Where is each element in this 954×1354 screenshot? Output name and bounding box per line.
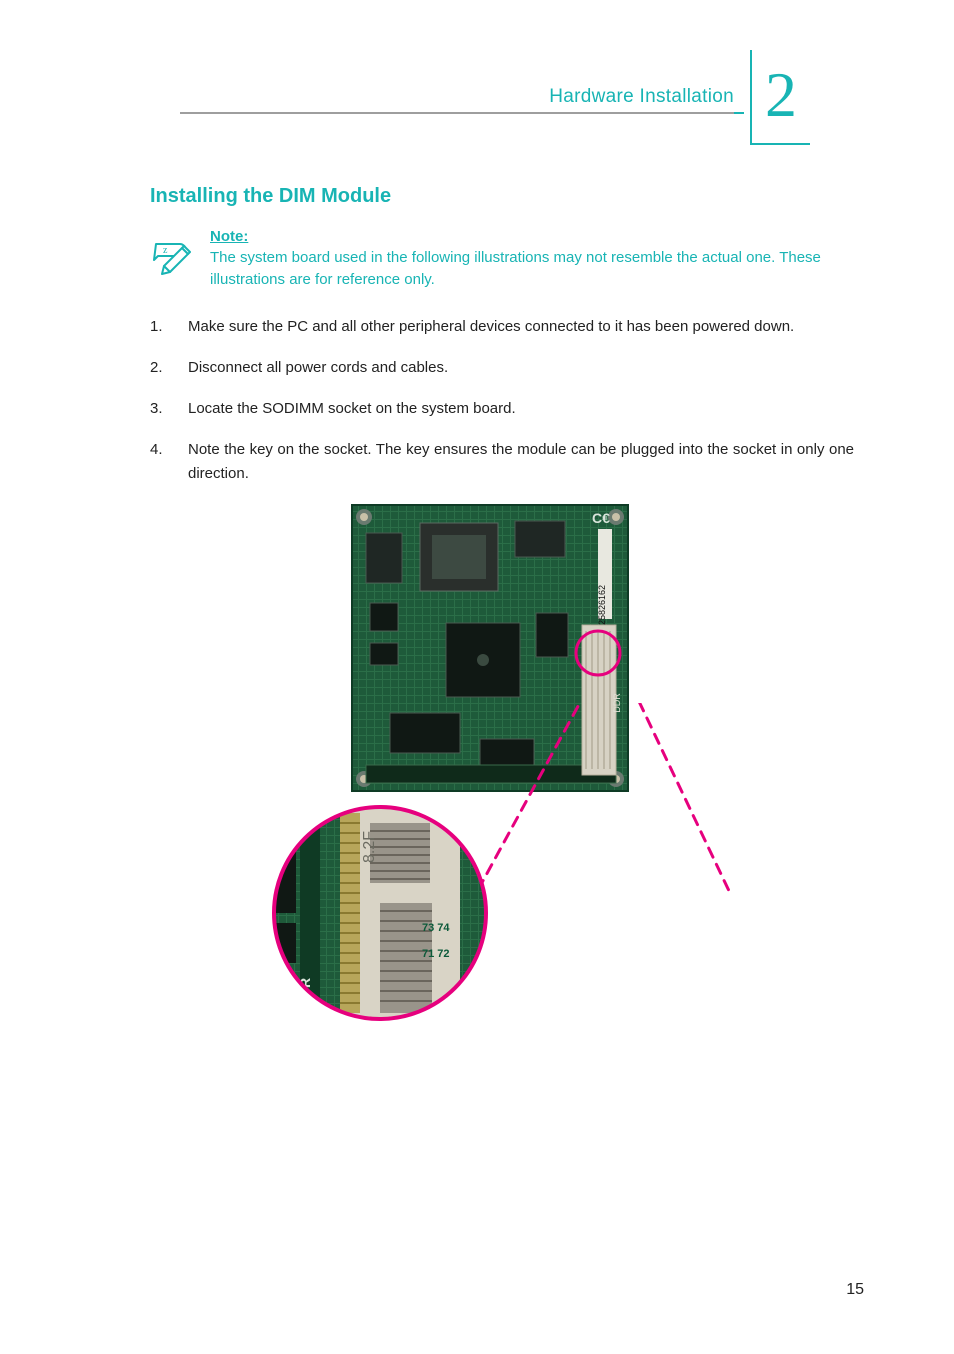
note-label: Note: [210, 228, 854, 245]
section-title: Installing the DIM Module [150, 185, 854, 208]
pin-label: 73 74 [422, 922, 450, 934]
pin-label: 71 72 [422, 948, 450, 960]
step-item: Note the key on the socket. The key ensu… [150, 438, 854, 485]
header-rule [180, 112, 744, 114]
step-item: Make sure the PC and all other periphera… [150, 315, 854, 338]
note-pencil-icon: z [150, 230, 196, 276]
zoom-label: 8.2F [361, 831, 378, 863]
ce-mark-icon: C€ [592, 510, 610, 526]
figure: 000125826162 DDR C€ [150, 503, 854, 1023]
note-block: z Note: The system board used in the fol… [150, 228, 854, 291]
svg-text:z: z [163, 245, 168, 256]
header-rule-accent [734, 112, 744, 114]
chapter-number-box: 2 [750, 50, 810, 145]
socket-label: DDR [612, 693, 622, 713]
install-steps-list: Make sure the PC and all other periphera… [150, 315, 854, 485]
chapter-number: 2 [765, 63, 797, 127]
chapter-title: Hardware Installation [549, 86, 734, 108]
socket-zoom-image: 8.2F 73 74 71 72 DDR [270, 803, 490, 1023]
system-board-image: 000125826162 DDR C€ [350, 503, 630, 793]
page-number: 15 [846, 1281, 864, 1299]
note-body: The system board used in the following i… [210, 249, 821, 288]
step-item: Disconnect all power cords and cables. [150, 356, 854, 379]
page-header: Hardware Installation 2 [90, 50, 864, 130]
step-item: Locate the SODIMM socket on the system b… [150, 397, 854, 420]
